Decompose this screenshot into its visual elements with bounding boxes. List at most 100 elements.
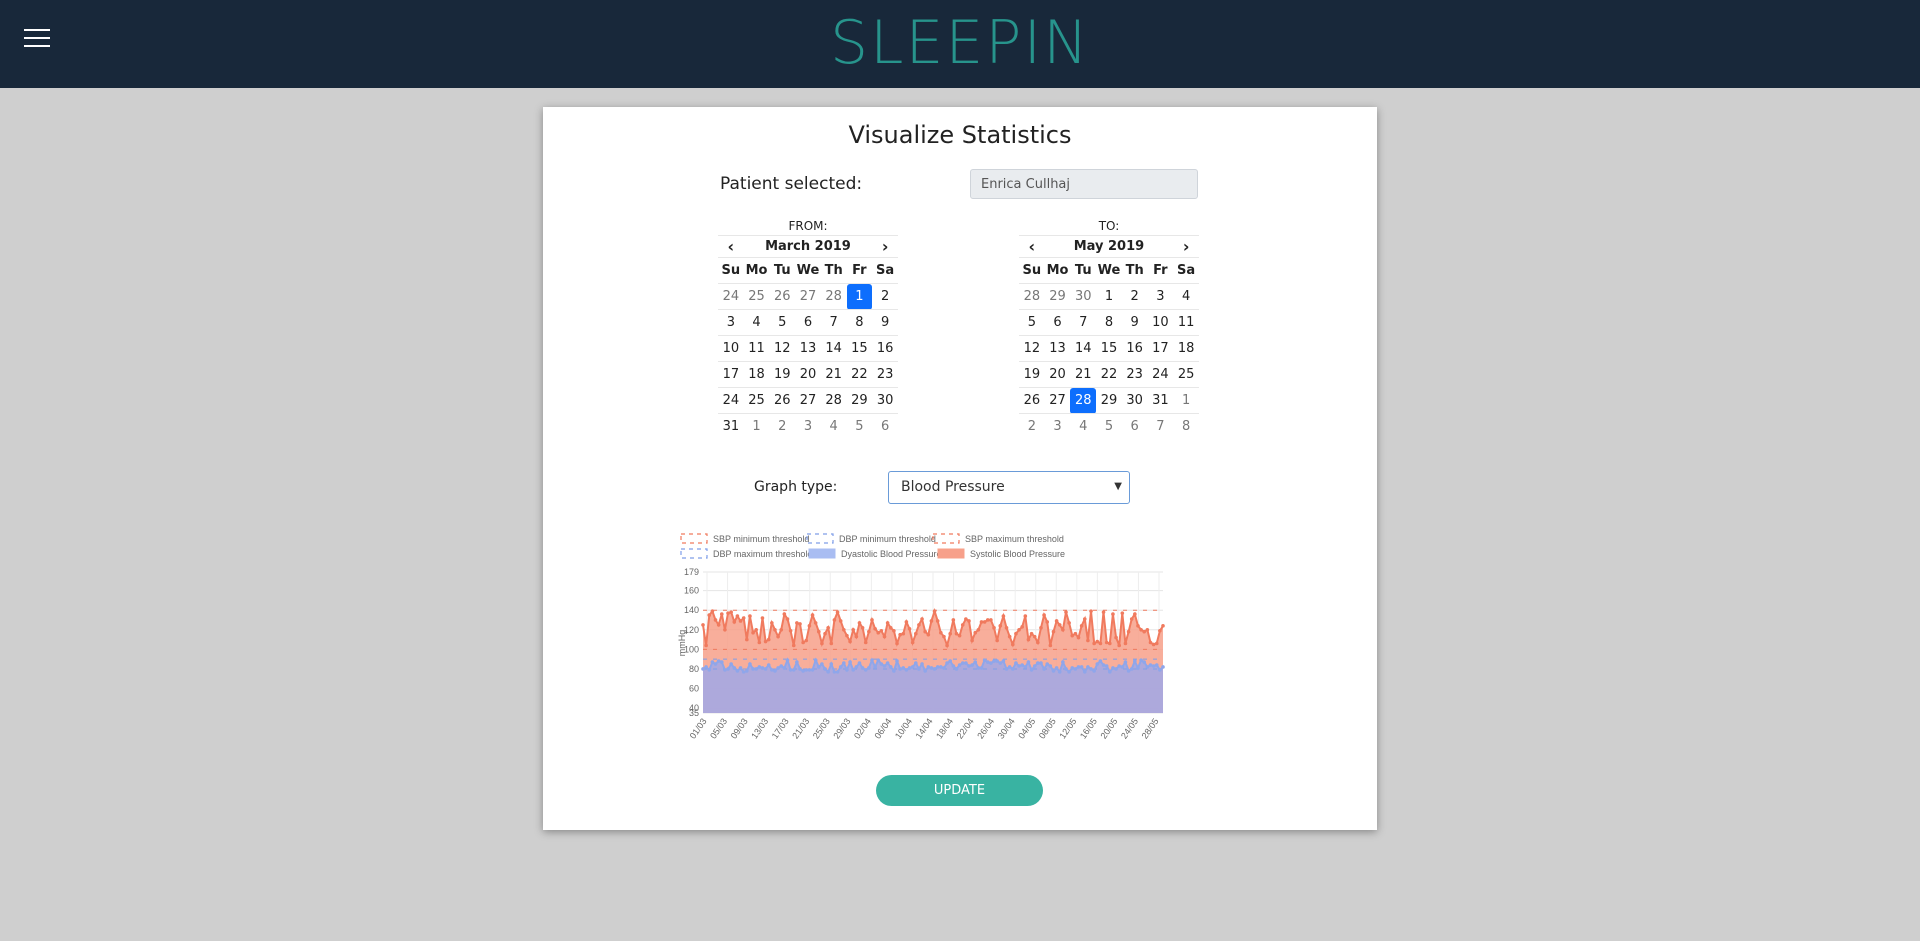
calendar-day[interactable]: 30 (1121, 387, 1148, 414)
calendar-day[interactable]: 14 (820, 335, 847, 362)
calendar-day[interactable]: 6 (1044, 309, 1071, 336)
calendar-day[interactable]: 29 (846, 387, 873, 414)
calendar-day[interactable]: 7 (820, 309, 847, 336)
calendar-day[interactable]: 3 (1147, 283, 1174, 310)
calendar-day[interactable]: 7 (1147, 413, 1174, 439)
calendar-day[interactable]: 6 (872, 413, 898, 439)
calendar-day[interactable]: 29 (1044, 283, 1071, 310)
calendar-day[interactable]: 18 (743, 361, 770, 388)
calendar-day[interactable]: 3 (718, 309, 744, 336)
calendar-day[interactable]: 14 (1070, 335, 1097, 362)
calendar-day[interactable]: 6 (795, 309, 821, 336)
calendar-day[interactable]: 17 (1147, 335, 1174, 362)
calendar-day[interactable]: 20 (1044, 361, 1071, 388)
calendar-day[interactable]: 12 (769, 335, 796, 362)
next-month-icon[interactable]: › (872, 235, 898, 258)
calendar-day[interactable]: 22 (846, 361, 873, 388)
systolic-point (1070, 633, 1075, 638)
calendar-day[interactable]: 24 (1147, 361, 1174, 388)
calendar-day[interactable]: 5 (1096, 413, 1122, 439)
calendar-day[interactable]: 11 (743, 335, 770, 362)
graph-type-select[interactable]: Blood Pressure ▼ (888, 471, 1130, 504)
calendar-day[interactable]: 25 (743, 387, 770, 414)
calendar-day[interactable]: 30 (872, 387, 898, 414)
systolic-point (913, 631, 918, 636)
calendar-day[interactable]: 8 (846, 309, 873, 336)
calendar-day[interactable]: 19 (769, 361, 796, 388)
calendar-day[interactable]: 1 (1096, 283, 1122, 310)
calendar-day[interactable]: 7 (1070, 309, 1097, 336)
calendar-day[interactable]: 24 (718, 283, 744, 310)
patient-field[interactable] (970, 169, 1198, 199)
calendar-day[interactable]: 26 (1019, 387, 1045, 414)
prev-month-icon[interactable]: ‹ (718, 235, 744, 258)
calendar-day[interactable]: 2 (769, 413, 796, 439)
calendar-day[interactable]: 20 (795, 361, 821, 388)
calendar-day[interactable]: 28 (820, 387, 847, 414)
calendar-day[interactable]: 25 (1173, 361, 1199, 388)
calendar-day[interactable]: 22 (1096, 361, 1122, 388)
calendar-day[interactable]: 16 (1121, 335, 1148, 362)
calendar-day[interactable]: 31 (718, 413, 744, 439)
calendar-day[interactable]: 5 (846, 413, 873, 439)
prev-month-icon[interactable]: ‹ (1019, 235, 1045, 258)
calendar-day[interactable]: 29 (1096, 387, 1122, 414)
calendar-day[interactable]: 3 (795, 413, 821, 439)
calendar-day[interactable]: 4 (1173, 283, 1199, 310)
calendar-day[interactable]: 27 (795, 387, 821, 414)
calendar-day[interactable]: 13 (795, 335, 821, 362)
x-tick-label: 29/03 (831, 716, 852, 740)
calendar-day[interactable]: 4 (820, 413, 847, 439)
calendar-day[interactable]: 23 (872, 361, 898, 388)
calendar-day[interactable]: 26 (769, 283, 796, 310)
update-button[interactable]: UPDATE (876, 775, 1043, 806)
calendar-day[interactable]: 3 (1044, 413, 1071, 439)
calendar-day[interactable]: 13 (1044, 335, 1071, 362)
calendar-day[interactable]: 27 (1044, 387, 1071, 414)
calendar-day[interactable]: 11 (1173, 309, 1199, 336)
calendar-day[interactable]: 18 (1173, 335, 1199, 362)
calendar-day[interactable]: 23 (1121, 361, 1148, 388)
calendar-day[interactable]: 10 (1147, 309, 1174, 336)
calendar-day[interactable]: 16 (872, 335, 898, 362)
calendar-day[interactable]: 1 (1173, 387, 1199, 414)
next-month-icon[interactable]: › (1173, 235, 1199, 258)
systolic-point (957, 633, 962, 638)
systolic-point (726, 611, 730, 615)
calendar-day[interactable]: 26 (769, 387, 796, 414)
calendar-day[interactable]: 2 (1121, 283, 1148, 310)
calendar-day[interactable]: 1 (743, 413, 770, 439)
calendar-day[interactable]: 21 (820, 361, 847, 388)
calendar-day[interactable]: 2 (872, 283, 898, 310)
calendar-day[interactable]: 17 (718, 361, 744, 388)
calendar-day[interactable]: 6 (1121, 413, 1148, 439)
calendar-day-selected[interactable]: 28 (1070, 387, 1097, 414)
calendar-day[interactable]: 2 (1019, 413, 1045, 439)
calendar-day[interactable]: 5 (1019, 309, 1045, 336)
calendar-day[interactable]: 9 (872, 309, 898, 336)
calendar-day-selected[interactable]: 1 (846, 283, 873, 310)
calendar-day[interactable]: 5 (769, 309, 796, 336)
to-calendar-month[interactable]: May 2019 (1044, 235, 1174, 258)
calendar-day[interactable]: 28 (1019, 283, 1045, 310)
calendar-day[interactable]: 28 (820, 283, 847, 310)
calendar-day[interactable]: 31 (1147, 387, 1174, 414)
legend-swatch (932, 533, 960, 544)
calendar-day[interactable]: 4 (743, 309, 770, 336)
calendar-day[interactable]: 15 (1096, 335, 1122, 362)
calendar-day[interactable]: 10 (718, 335, 744, 362)
calendar-day[interactable]: 15 (846, 335, 873, 362)
x-tick-label: 16/05 (1078, 716, 1099, 740)
calendar-day[interactable]: 30 (1070, 283, 1097, 310)
calendar-day[interactable]: 19 (1019, 361, 1045, 388)
from-calendar-month[interactable]: March 2019 (743, 235, 873, 258)
calendar-day[interactable]: 4 (1070, 413, 1097, 439)
calendar-day[interactable]: 12 (1019, 335, 1045, 362)
calendar-day[interactable]: 24 (718, 387, 744, 414)
calendar-day[interactable]: 9 (1121, 309, 1148, 336)
calendar-day[interactable]: 25 (743, 283, 770, 310)
calendar-day[interactable]: 8 (1173, 413, 1199, 439)
calendar-day[interactable]: 21 (1070, 361, 1097, 388)
calendar-day[interactable]: 27 (795, 283, 821, 310)
calendar-day[interactable]: 8 (1096, 309, 1122, 336)
